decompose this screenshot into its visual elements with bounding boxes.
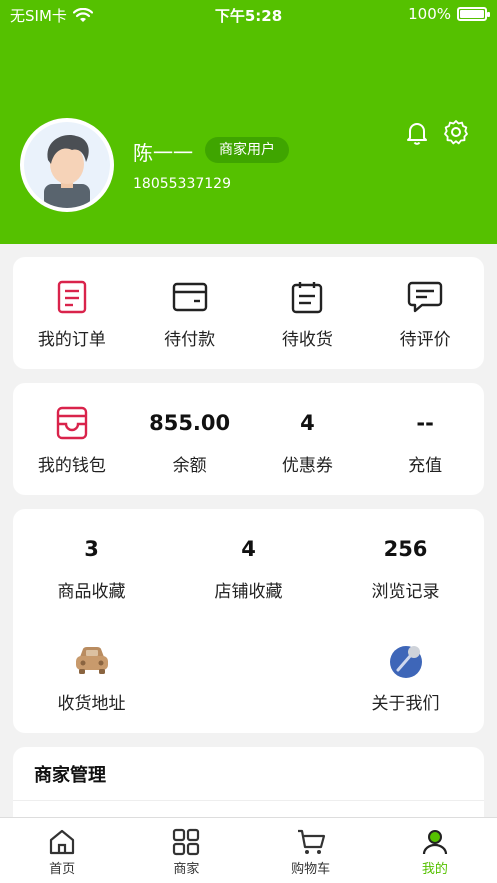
bottom-tab-bar: 首页 商家 购物车 我的	[0, 817, 497, 883]
collection-history[interactable]: 256 浏览记录	[327, 531, 484, 602]
collection-shops[interactable]: 4 店铺收藏	[170, 531, 327, 602]
profile-header: 无SIM卡 下午5:28 100% 陈一一 商家用户 18055337129	[0, 0, 497, 244]
tab-mine[interactable]: 我的	[373, 818, 497, 883]
orders-card: 我的订单 待付款 待收货 待评价	[13, 257, 484, 369]
tab-label: 商家	[173, 862, 200, 877]
service-about[interactable]: 关于我们	[327, 643, 484, 714]
collection-products[interactable]: 3 商品收藏	[13, 531, 170, 602]
order-entry-my-orders[interactable]: 我的订单	[13, 279, 131, 350]
tab-merchant[interactable]: 商家	[124, 818, 248, 883]
service-label: 关于我们	[371, 694, 440, 714]
order-list-icon	[54, 279, 90, 315]
divider	[13, 800, 484, 801]
user-icon	[422, 830, 447, 855]
cart-icon	[297, 829, 325, 854]
wallet-label: 我的钱包	[37, 456, 106, 476]
order-entry-label: 我的订单	[37, 330, 106, 350]
tab-home[interactable]: 首页	[0, 818, 124, 883]
service-spacer	[170, 643, 327, 714]
stat-value: 3	[84, 537, 99, 561]
about-icon	[388, 643, 424, 679]
settings-gear-icon[interactable]	[442, 118, 470, 146]
calendar-receive-icon	[289, 279, 325, 315]
avatar[interactable]	[20, 118, 114, 212]
stat-value: 256	[383, 537, 428, 561]
status-bar: 无SIM卡 下午5:28 100%	[0, 0, 497, 30]
wallet-stat-recharge[interactable]: -- 充值	[366, 405, 484, 476]
stat-label: 商品收藏	[57, 582, 126, 602]
order-entry-label: 待评价	[399, 330, 451, 350]
stat-value: 855.00	[149, 411, 231, 435]
battery-text: 100%	[408, 5, 451, 23]
order-entry-pending-review[interactable]: 待评价	[366, 279, 484, 350]
wallet-stat-balance[interactable]: 855.00 余额	[131, 405, 249, 476]
stat-value: --	[416, 411, 434, 435]
order-entry-pending-receipt[interactable]: 待收货	[249, 279, 367, 350]
wallet-stat-coupons[interactable]: 4 优惠券	[249, 405, 367, 476]
service-address[interactable]: 收货地址	[13, 643, 170, 714]
tab-label: 购物车	[291, 862, 331, 877]
bell-icon[interactable]	[403, 118, 431, 146]
tab-label: 首页	[49, 862, 76, 877]
merchant-section-title: 商家管理	[34, 765, 106, 786]
home-icon	[50, 829, 75, 855]
stat-value: 4	[241, 537, 256, 561]
stat-label: 余额	[172, 456, 207, 476]
stat-label: 充值	[408, 456, 443, 476]
tab-cart[interactable]: 购物车	[249, 818, 373, 883]
stat-label: 优惠券	[281, 456, 333, 476]
order-entry-pending-payment[interactable]: 待付款	[131, 279, 249, 350]
wallet-entry[interactable]: 我的钱包	[13, 405, 131, 476]
service-label: 收货地址	[57, 694, 126, 714]
collections-card: 3 商品收藏 4 店铺收藏 256 浏览记录 收货地址 关于我们	[13, 509, 484, 733]
stat-value: 4	[300, 411, 315, 435]
battery-icon	[457, 7, 490, 21]
stat-label: 店铺收藏	[214, 582, 283, 602]
stat-label: 浏览记录	[371, 582, 440, 602]
user-name: 陈一一	[133, 141, 193, 165]
wallet-card: 我的钱包 855.00 余额 4 优惠券 -- 充值	[13, 383, 484, 495]
role-badge: 商家用户	[205, 137, 289, 163]
wallet-card-icon	[172, 279, 208, 315]
user-phone: 18055337129	[133, 176, 231, 192]
order-entry-label: 待付款	[164, 330, 216, 350]
order-entry-label: 待收货	[281, 330, 333, 350]
grid-icon	[173, 828, 200, 856]
status-right: 100%	[408, 5, 490, 23]
comment-icon	[407, 279, 443, 315]
tab-label: 我的	[421, 862, 448, 877]
wallet-icon	[54, 405, 90, 441]
car-icon	[74, 643, 110, 679]
avatar-image	[24, 122, 110, 208]
